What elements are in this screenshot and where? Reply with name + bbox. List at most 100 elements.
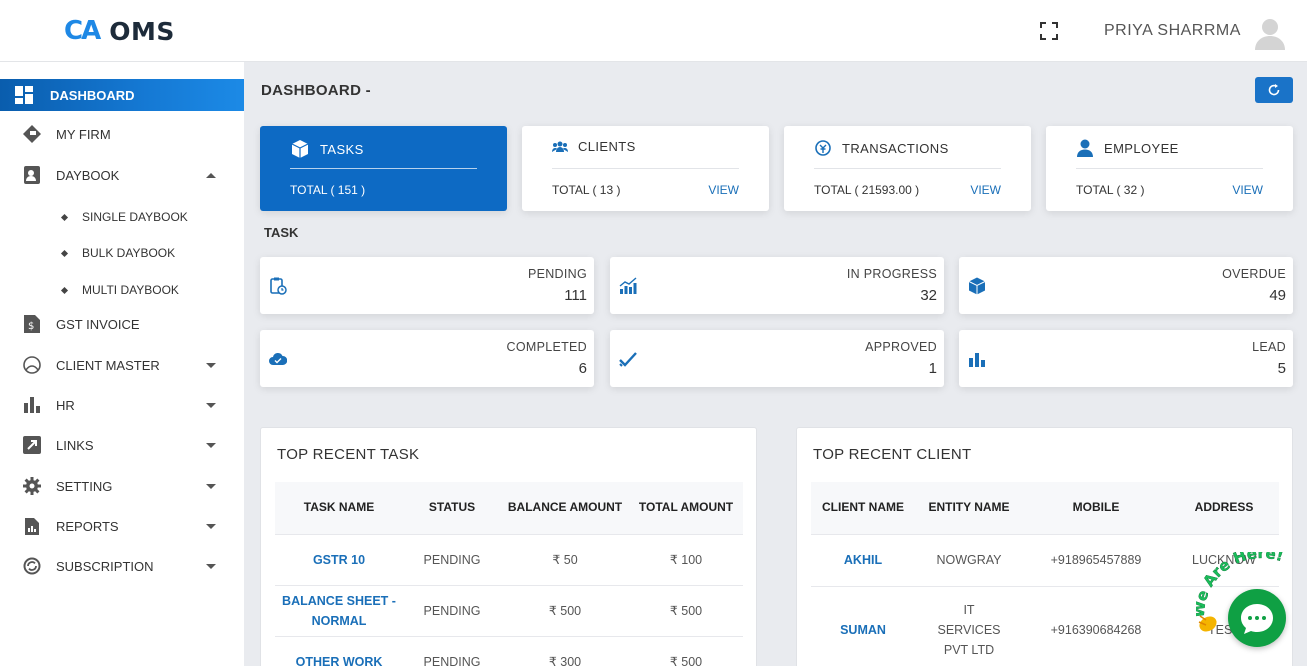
column-header: MOBILE (1023, 482, 1169, 534)
task-status: PENDING (403, 635, 501, 666)
bullet-icon (60, 249, 69, 257)
sidebar-item-reports[interactable]: REPORTS (0, 510, 244, 542)
total-amount: ₹ 500 (629, 635, 743, 666)
task-section-label: TASK (264, 225, 299, 240)
stat-card-tasks[interactable]: TASKS TOTAL ( 151 ) (260, 126, 507, 211)
waving-hand-icon (1198, 615, 1217, 632)
task-name-link[interactable]: OTHER WORK (275, 635, 403, 666)
sidebar-item-my-firm[interactable]: MY FIRM (0, 118, 244, 150)
daybook-icon (22, 165, 42, 185)
task-label: COMPLETED (506, 340, 587, 354)
table-header-row: CLIENT NAME ENTITY NAME MOBILE ADDRESS (811, 482, 1279, 534)
chevron-down-icon (206, 402, 216, 408)
top-bar: CA OMS PRIYA SHARRMA (0, 0, 1307, 62)
column-header: CLIENT NAME (811, 482, 915, 534)
user-icon (1077, 139, 1093, 157)
chevron-down-icon (206, 523, 216, 529)
sidebar-subitem-bulk-daybook[interactable]: BULK DAYBOOK (0, 241, 244, 265)
sidebar-item-label: CLIENT MASTER (56, 357, 160, 373)
balance-amount: ₹ 500 (501, 584, 629, 636)
task-card-approved[interactable]: APPROVED 1 (610, 330, 944, 387)
chevron-down-icon (206, 362, 216, 368)
table-row: OTHER WORK PENDING ₹ 300 ₹ 500 (275, 635, 743, 666)
task-card-lead[interactable]: LEAD 5 (959, 330, 1293, 387)
clipboard-clock-icon (270, 277, 287, 295)
stat-card-employee: EMPLOYEE TOTAL ( 32 ) VIEW (1046, 126, 1293, 211)
divider (1076, 168, 1263, 169)
stat-card-transactions: TRANSACTIONS TOTAL ( 21593.00 ) VIEW (784, 126, 1031, 211)
stat-total: TOTAL ( 21593.00 ) (814, 183, 920, 197)
task-label: IN PROGRESS (846, 267, 937, 281)
task-name-link[interactable]: BALANCE SHEET - NORMAL (275, 584, 403, 636)
sidebar-item-label: DASHBOARD (50, 87, 135, 103)
bullet-icon (60, 286, 69, 294)
view-clients-link[interactable]: VIEW (708, 183, 739, 197)
task-card-completed[interactable]: COMPLETED 6 (260, 330, 594, 387)
task-card-overdue[interactable]: OVERDUE 49 (959, 257, 1293, 314)
column-header: BALANCE AMOUNT (501, 482, 629, 534)
sidebar-item-daybook[interactable]: DAYBOOK (0, 159, 244, 191)
stat-title: TRANSACTIONS (842, 140, 949, 156)
sidebar-item-label: HR (56, 397, 75, 413)
sidebar-item-gst-invoice[interactable]: $ GST INVOICE (0, 308, 244, 340)
cube-icon (968, 277, 986, 295)
gear-icon (22, 476, 42, 496)
avatar[interactable] (1254, 16, 1286, 50)
sidebar-item-client-master[interactable]: CLIENT MASTER (0, 349, 244, 381)
refresh-icon (1268, 84, 1280, 96)
cloud-icon (269, 352, 287, 365)
sidebar-subitem-single-daybook[interactable]: SINGLE DAYBOOK (0, 205, 244, 229)
total-amount: ₹ 500 (629, 584, 743, 636)
app-name: OMS (109, 16, 175, 46)
sidebar-item-label: SUBSCRIPTION (56, 558, 154, 574)
task-label: APPROVED (865, 340, 937, 354)
user-name[interactable]: PRIYA SHARRMA (1104, 22, 1241, 40)
currency-exchange-icon (815, 140, 831, 156)
app-logo[interactable]: CA OMS (64, 16, 175, 46)
task-card-pending[interactable]: PENDING 111 (260, 257, 594, 314)
entity-name: NOWGRAY (915, 533, 1023, 586)
refresh-button[interactable] (1255, 77, 1293, 103)
task-count: 1 (928, 360, 937, 377)
panel-title: TOP RECENT TASK (277, 446, 420, 463)
divider (552, 168, 739, 169)
task-status: PENDING (403, 533, 501, 585)
dashboard-icon (14, 85, 34, 105)
subscription-icon (22, 556, 42, 576)
panel-title: TOP RECENT CLIENT (813, 446, 972, 463)
chat-button[interactable] (1228, 589, 1286, 647)
sidebar-item-hr[interactable]: HR (0, 389, 244, 421)
column-header: TASK NAME (275, 482, 403, 534)
task-card-in-progress[interactable]: IN PROGRESS 32 (610, 257, 944, 314)
firm-icon (22, 124, 42, 144)
bar-chart-icon (969, 353, 985, 367)
total-amount: ₹ 100 (629, 533, 743, 585)
view-employee-link[interactable]: VIEW (1232, 183, 1263, 197)
column-header: ADDRESS (1169, 482, 1279, 534)
task-count: 32 (920, 287, 937, 304)
sidebar-item-subscription[interactable]: SUBSCRIPTION (0, 550, 244, 582)
task-count: 5 (1277, 360, 1286, 377)
client-mobile: +916390684268 (1023, 585, 1169, 666)
sidebar-item-setting[interactable]: SETTING (0, 470, 244, 502)
sidebar-item-links[interactable]: LINKS (0, 429, 244, 461)
chevron-down-icon (206, 483, 216, 489)
sidebar-subitem-label: SINGLE DAYBOOK (82, 210, 188, 224)
cube-icon (291, 140, 309, 158)
client-name-link[interactable]: SUMAN (811, 585, 915, 666)
recent-task-table: TASK NAME STATUS BALANCE AMOUNT TOTAL AM… (275, 482, 743, 666)
client-name-link[interactable]: AKHIL (811, 533, 915, 586)
sidebar-item-label: REPORTS (56, 518, 119, 534)
recent-task-panel: TOP RECENT TASK TASK NAME STATUS BALANCE… (260, 427, 757, 666)
sidebar-subitem-multi-daybook[interactable]: MULTI DAYBOOK (0, 278, 244, 302)
fullscreen-icon[interactable] (1040, 22, 1058, 40)
table-row: BALANCE SHEET - NORMAL PENDING ₹ 500 ₹ 5… (275, 584, 743, 636)
entity-name: IT SERVICES PVT LTD (915, 585, 1023, 666)
chevron-down-icon (206, 563, 216, 569)
task-name-link[interactable]: GSTR 10 (275, 533, 403, 585)
client-mobile: +918965457889 (1023, 533, 1169, 586)
sidebar-subitem-label: MULTI DAYBOOK (82, 283, 179, 297)
sidebar-item-dashboard[interactable]: DASHBOARD (0, 79, 244, 111)
view-transactions-link[interactable]: VIEW (970, 183, 1001, 197)
table-header-row: TASK NAME STATUS BALANCE AMOUNT TOTAL AM… (275, 482, 743, 534)
